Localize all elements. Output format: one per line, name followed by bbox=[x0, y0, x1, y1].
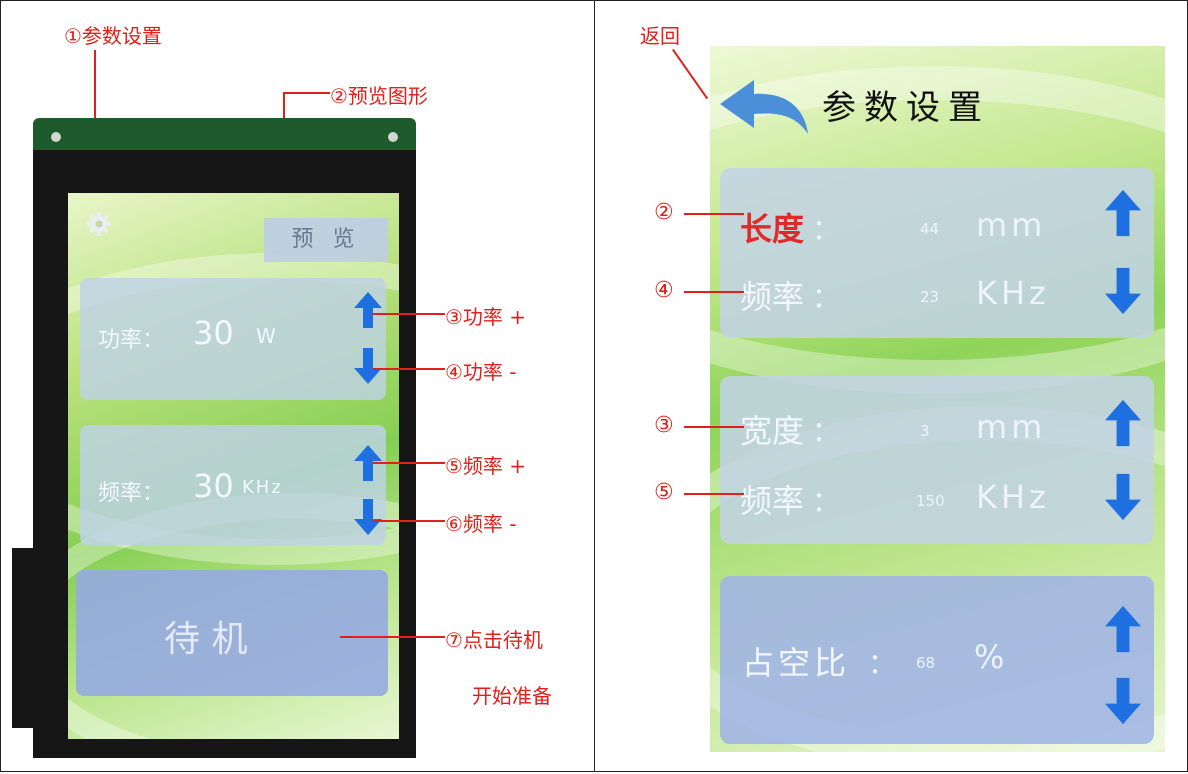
page-title: 参数设置 bbox=[822, 88, 990, 128]
annotation-4-right: ④ bbox=[654, 278, 674, 303]
annotation-line-r4 bbox=[684, 291, 744, 293]
colon: ： bbox=[812, 213, 841, 246]
annotation-line-7 bbox=[340, 636, 445, 638]
width-freq-panel: 宽度 ： 3 mm 频率 ： 150 KHz bbox=[720, 376, 1154, 544]
length-label: 长度 bbox=[740, 210, 805, 248]
annotation-line-3 bbox=[373, 313, 445, 315]
preview-button[interactable]: 预 览 bbox=[264, 218, 388, 262]
annotation-line-r3 bbox=[684, 426, 744, 428]
annotation-line-4 bbox=[373, 368, 445, 370]
freq1-unit: KHz bbox=[976, 274, 1050, 312]
frequency-value: 30 bbox=[193, 467, 234, 505]
duty-unit: % bbox=[974, 638, 1009, 676]
annotation-preview: ②预览图形 bbox=[330, 84, 428, 108]
standby-button[interactable]: 待 机 bbox=[76, 570, 388, 696]
duty-panel: 占空比 ： 68 % bbox=[720, 576, 1154, 744]
annotation-standby: ⑦点击待机 bbox=[445, 628, 543, 652]
annotation-line-r5 bbox=[684, 493, 744, 495]
frequency-label: 频率： bbox=[98, 481, 165, 506]
freq1-label: 频率 bbox=[740, 278, 805, 316]
up-arrow-icon[interactable] bbox=[1105, 188, 1141, 238]
down-arrow-icon[interactable] bbox=[354, 499, 382, 535]
up-arrow-icon[interactable] bbox=[354, 292, 382, 328]
freq2-unit: KHz bbox=[976, 478, 1050, 516]
annotation-power-down: ④功率 - bbox=[445, 360, 517, 384]
freq2-value: 150 bbox=[916, 492, 945, 510]
mount-hole bbox=[51, 132, 61, 142]
power-panel: 功率： 30 W bbox=[80, 278, 386, 400]
mount-hole bbox=[388, 132, 398, 142]
width-label: 宽度 bbox=[740, 412, 805, 450]
power-unit: W bbox=[256, 324, 276, 348]
gear-icon[interactable] bbox=[86, 211, 112, 237]
annotation-freq-up: ⑤频率 + bbox=[445, 454, 527, 478]
up-arrow-icon[interactable] bbox=[1105, 398, 1141, 448]
freq1-value: 23 bbox=[920, 288, 940, 306]
bezel-tab bbox=[12, 548, 36, 728]
annotation-standby-note: 开始准备 bbox=[472, 684, 552, 708]
down-arrow-icon[interactable] bbox=[1105, 472, 1141, 522]
length-value: 44 bbox=[920, 220, 940, 238]
standby-label: 待 机 bbox=[164, 619, 248, 660]
length-unit: mm bbox=[976, 206, 1047, 244]
frequency-unit: KHz bbox=[242, 477, 283, 498]
back-arrow-icon[interactable] bbox=[720, 76, 810, 136]
colon: ： bbox=[868, 647, 897, 680]
down-arrow-icon[interactable] bbox=[1105, 266, 1141, 316]
annotation-2-right: ② bbox=[654, 200, 674, 225]
duty-label: 占空比 bbox=[742, 644, 851, 682]
length-freq-panel: 长度 ： 44 mm 频率 ： 23 KHz bbox=[720, 168, 1154, 338]
power-value: 30 bbox=[193, 314, 234, 352]
touch-screen-left: 预 览 功率： 30 W 频率： 30 KHz 待 机 bbox=[68, 193, 399, 739]
annotation-line-6 bbox=[373, 520, 445, 522]
width-unit: mm bbox=[976, 408, 1047, 446]
up-arrow-icon[interactable] bbox=[1105, 604, 1141, 654]
annotation-line-r2 bbox=[684, 213, 744, 215]
down-arrow-icon[interactable] bbox=[1105, 676, 1141, 726]
width-value: 3 bbox=[920, 422, 930, 440]
colon: ： bbox=[812, 415, 841, 448]
touch-screen-right: 参数设置 长度 ： 44 mm 频率 ： 23 KHz 宽度 ： 3 mm 频率… bbox=[710, 46, 1165, 752]
annotation-line-5 bbox=[373, 462, 445, 464]
annotation-3-right: ③ bbox=[654, 413, 674, 438]
annotation-power-up: ③功率 + bbox=[445, 305, 527, 329]
annotation-param-settings: ①参数设置 bbox=[64, 24, 162, 48]
colon: ： bbox=[812, 281, 841, 314]
duty-value: 68 bbox=[916, 654, 936, 672]
freq2-label: 频率 bbox=[740, 482, 805, 520]
colon: ： bbox=[812, 485, 841, 518]
down-arrow-icon[interactable] bbox=[354, 348, 382, 384]
annotation-freq-down: ⑥频率 - bbox=[445, 512, 517, 536]
annotation-back: 返回 bbox=[640, 24, 680, 48]
power-label: 功率： bbox=[98, 328, 165, 353]
annotation-5-right: ⑤ bbox=[654, 480, 674, 505]
frequency-panel: 频率： 30 KHz bbox=[80, 425, 386, 545]
annotation-line-2h bbox=[283, 92, 330, 94]
